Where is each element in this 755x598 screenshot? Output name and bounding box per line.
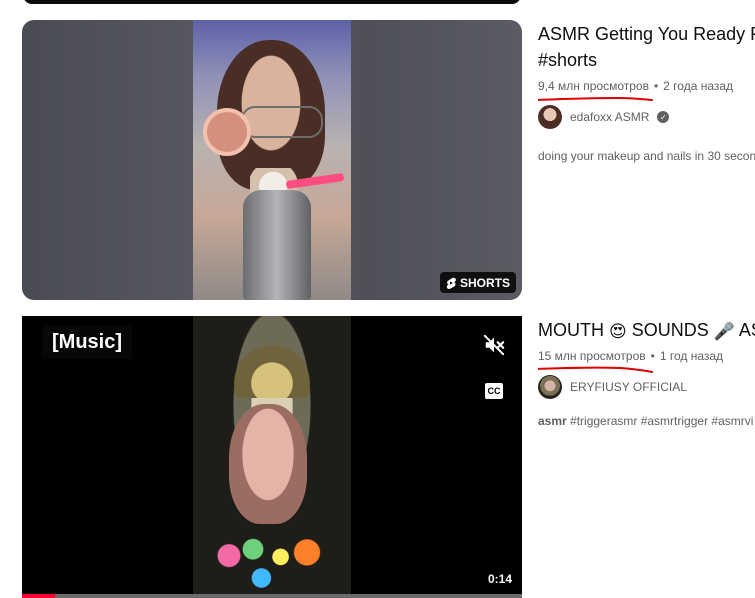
glasses-shape xyxy=(241,106,323,138)
shorts-badge: SHORTS xyxy=(439,272,516,293)
microphone-emoji-icon: 🎤 xyxy=(713,322,735,341)
caption-overlay: [Music] xyxy=(42,325,132,359)
microphone xyxy=(243,190,311,300)
mute-icon[interactable] xyxy=(483,334,505,356)
channel-avatar-1[interactable] xyxy=(538,105,562,129)
verified-check-icon: ✓ xyxy=(657,111,670,123)
flower-necklace xyxy=(211,530,331,594)
meta-separator: • xyxy=(653,79,659,93)
shorts-icon xyxy=(446,277,456,289)
channel-row-2[interactable]: ERYFIUSY OFFICIAL xyxy=(538,375,755,399)
video-thumbnail-1[interactable]: SHORTS xyxy=(22,20,522,300)
video-title-1[interactable]: ASMR Getting You Ready Fo #shorts xyxy=(538,21,755,73)
progress-bar[interactable] xyxy=(22,594,522,598)
video-meta-2: MOUTH 😍 SOUNDS 🎤 AS 15 млн просмотров • … xyxy=(538,317,755,428)
closed-captions-icon[interactable]: CC xyxy=(485,383,503,399)
video-meta-1: ASMR Getting You Ready Fo #shorts 9,4 мл… xyxy=(538,21,755,163)
red-underline-mark xyxy=(538,96,653,101)
title-part-3[interactable]: SOUNDS xyxy=(627,320,714,340)
title-part-5[interactable]: AS xyxy=(735,320,755,340)
upload-age-2: 1 год назад xyxy=(659,349,724,363)
video-description-1: doing your makeup and nails in 30 secon xyxy=(538,149,755,163)
playback-time: 0:14 xyxy=(487,572,512,586)
video-views-1: 9,4 млн просмотров • 2 года назад xyxy=(538,79,755,101)
description-keyword: asmr xyxy=(538,414,567,428)
view-count-2: 15 млн просмотров xyxy=(538,349,646,363)
video-frame xyxy=(193,316,351,598)
previous-video-thumbnail[interactable] xyxy=(23,0,521,4)
heart-eyes-emoji-icon: 😍 xyxy=(609,322,627,341)
video-description-2: asmr #triggerasmr #asmrtrigger #asmrvi xyxy=(538,414,755,428)
channel-row-1[interactable]: edafoxx ASMR ✓ xyxy=(538,105,755,129)
channel-name-2[interactable]: ERYFIUSY OFFICIAL xyxy=(570,380,687,394)
video-title-2[interactable]: MOUTH 😍 SOUNDS 🎤 AS xyxy=(538,317,755,345)
title-part-1[interactable]: MOUTH xyxy=(538,320,609,340)
performer-face xyxy=(229,404,307,524)
video-title-1-line1[interactable]: ASMR Getting You Ready Fo xyxy=(538,21,755,47)
shorts-badge-label: SHORTS xyxy=(459,275,510,290)
progress-fill xyxy=(22,594,55,598)
video-title-1-line2[interactable]: #shorts xyxy=(538,47,755,73)
blush-compact xyxy=(203,108,251,156)
video-views-2: 15 млн просмотров • 1 год назад xyxy=(538,349,755,373)
red-underline-mark-2 xyxy=(538,366,653,373)
video-player-preview[interactable]: [Music] CC 0:14 xyxy=(22,316,522,598)
description-hashtags: #triggerasmr #asmrtrigger #asmrvi xyxy=(566,414,754,428)
channel-name-1[interactable]: edafoxx ASMR xyxy=(570,110,649,124)
meta-separator-2: • xyxy=(650,349,655,363)
view-count-1: 9,4 млн просмотров xyxy=(538,79,649,93)
gold-headpiece xyxy=(211,324,333,398)
shorts-frame xyxy=(193,20,351,300)
upload-age-1: 2 года назад xyxy=(663,79,734,93)
channel-avatar-2[interactable] xyxy=(538,375,562,399)
